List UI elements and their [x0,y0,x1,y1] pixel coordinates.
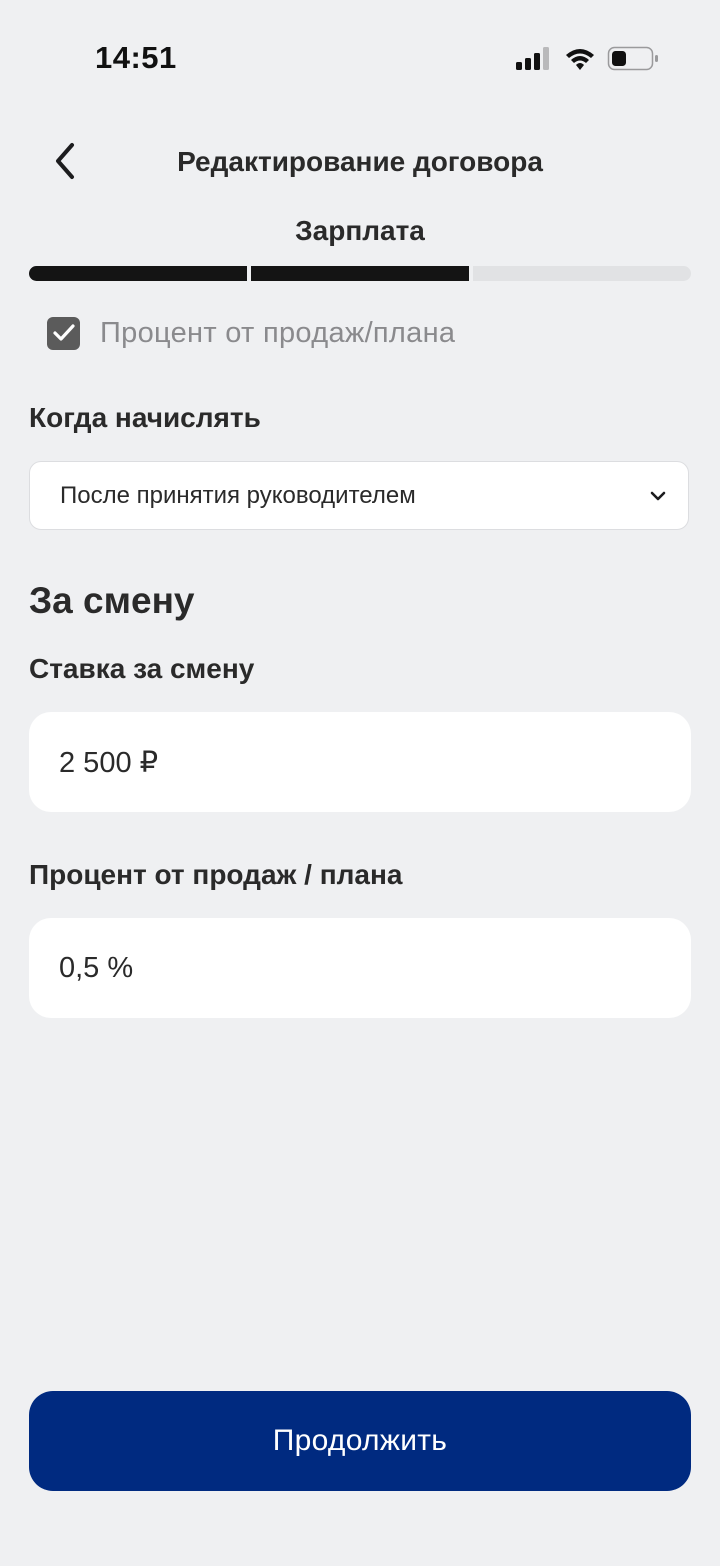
accrual-select[interactable]: После принятия руководителем [29,461,689,530]
accrual-label: Когда начислять [29,402,261,433]
step-title: Зарплата [295,215,425,246]
shift-rate-label: Ставка за смену [29,653,255,684]
percent-option-checkbox-row[interactable]: Процент от продаж/плана [47,313,455,353]
progress-segment-3 [473,266,691,281]
progress-segment-2 [251,266,469,281]
shift-rate-value: 2 500 ₽ [59,746,159,779]
step-progress-bar [29,266,691,281]
checkmark-icon [52,324,75,341]
page-title: Редактирование договора [177,146,543,177]
cellular-signal-icon [516,47,549,70]
sales-percent-label: Процент от продаж / плана [29,859,403,890]
percent-option-checkbox[interactable] [47,316,80,350]
shift-section-heading: За смену [29,580,195,621]
wifi-icon [566,49,594,70]
sales-percent-input[interactable]: 0,5 % [29,918,691,1018]
chevron-down-icon [650,491,666,500]
percent-option-label: Процент от продаж/плана [100,316,456,349]
continue-button[interactable]: Продолжить [29,1391,691,1491]
progress-segment-1 [29,266,247,281]
sales-percent-value: 0,5 % [59,951,134,984]
accrual-select-value: После принятия руководителем [60,481,416,509]
shift-rate-input[interactable]: 2 500 ₽ [29,712,691,812]
battery-icon [607,46,658,71]
status-time: 14:51 [95,40,177,75]
status-icons [514,44,660,74]
